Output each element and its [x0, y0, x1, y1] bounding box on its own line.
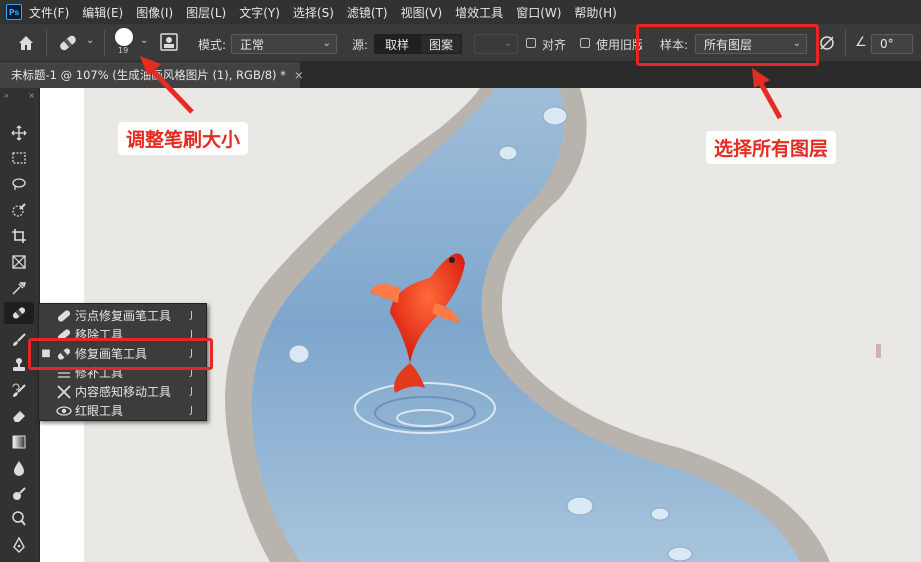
- annotation-arrows: [140, 56, 783, 120]
- brush-size-callout: 调整笔刷大小: [118, 122, 249, 155]
- sample-all-layers-callout: 选择所有图层: [706, 131, 837, 164]
